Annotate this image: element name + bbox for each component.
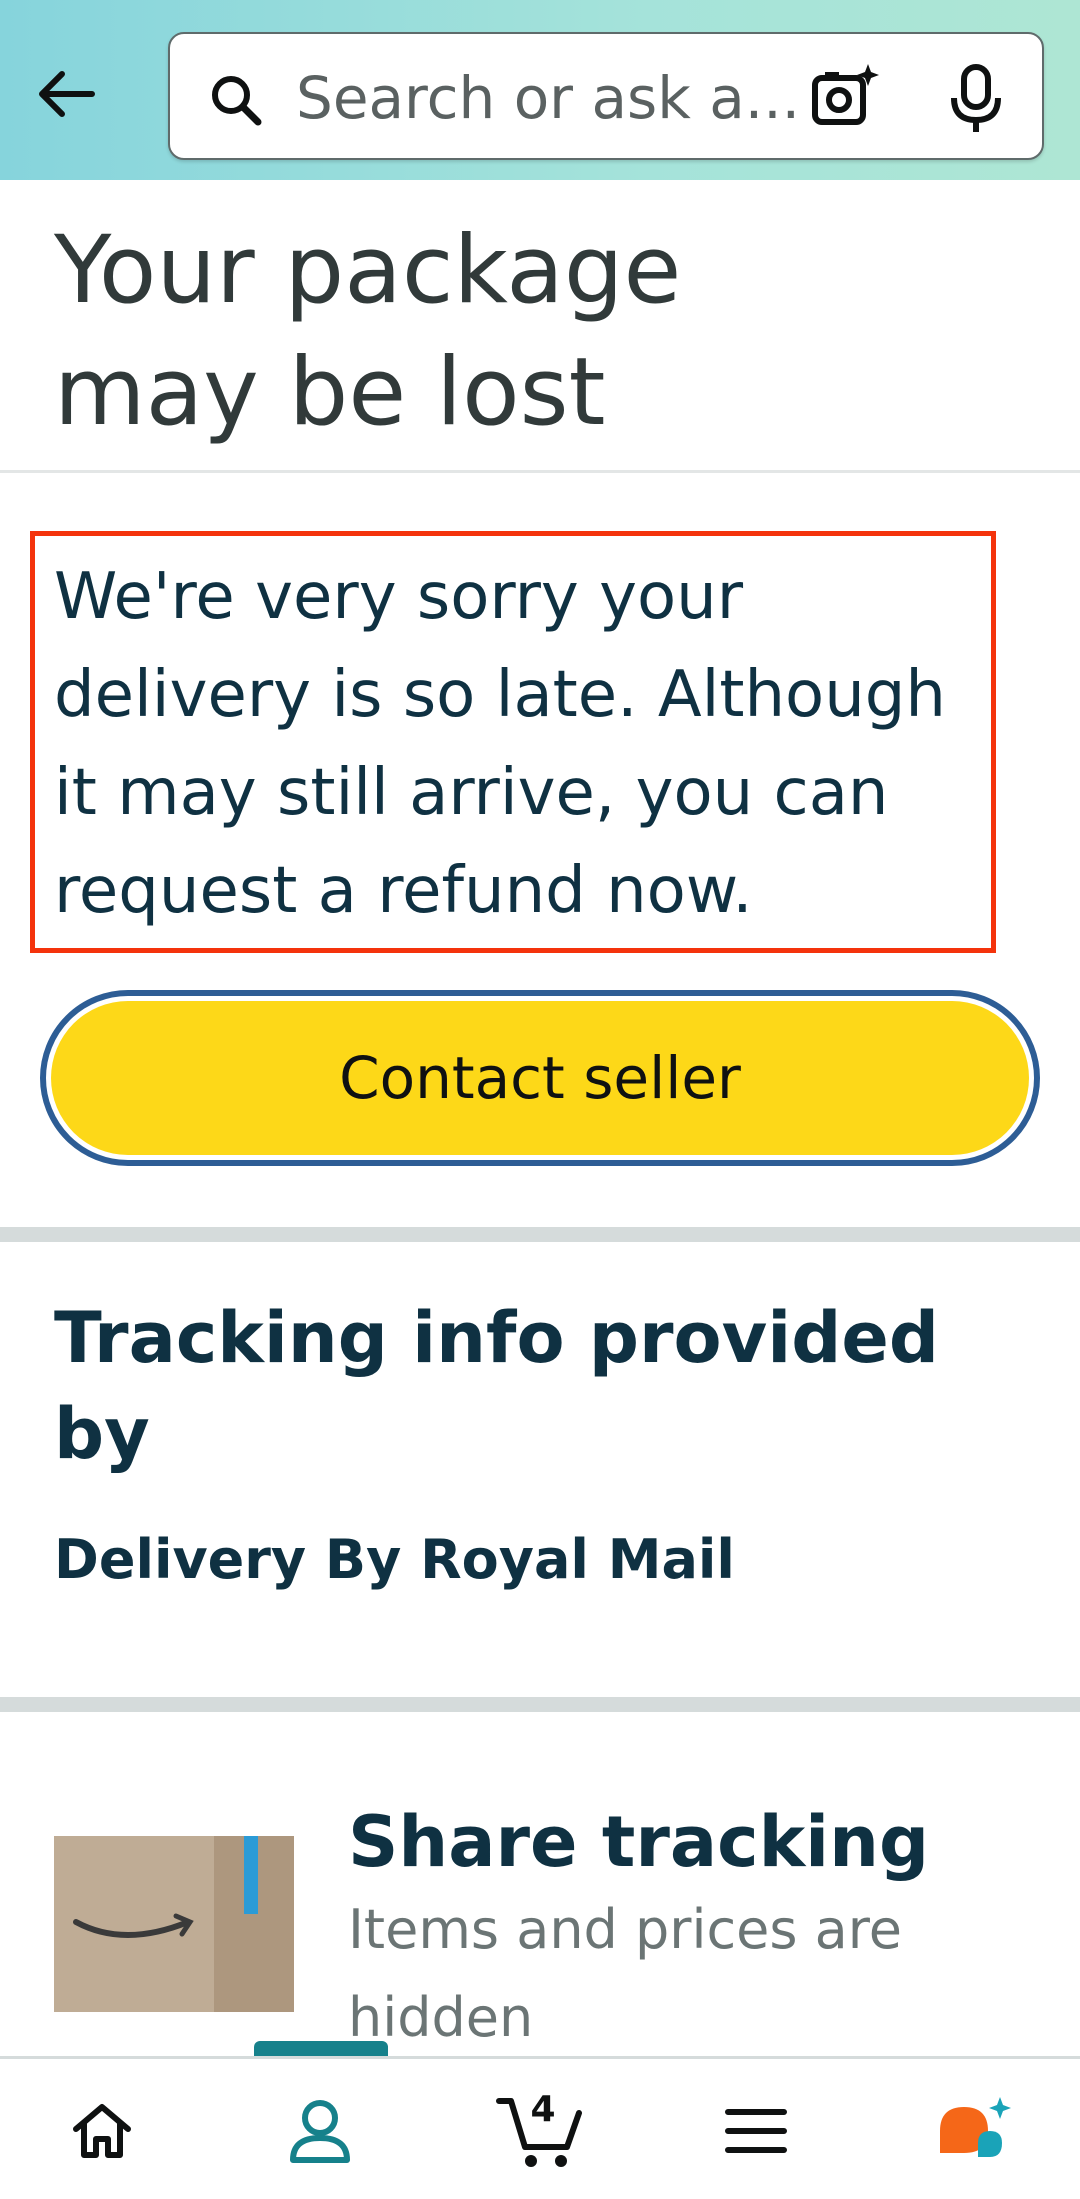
rufus-assistant-icon [940, 2097, 1011, 2157]
search-bar[interactable]: Search or ask a... [168, 32, 1044, 160]
carrier-name: Delivery By Royal Mail [54, 1528, 735, 1591]
active-tab-indicator [254, 2041, 388, 2057]
section-divider [0, 1697, 1080, 1712]
contact-seller-button[interactable]: Contact seller [40, 990, 1040, 1166]
camera-lens-icon[interactable] [810, 62, 880, 132]
back-arrow-icon [39, 71, 95, 117]
page-title-line-1: Your package [54, 216, 682, 325]
page-title: Your package may be lost [54, 210, 954, 454]
package-box-image[interactable] [54, 1836, 294, 2012]
menu-icon [725, 2109, 787, 2153]
section-divider [0, 1227, 1080, 1242]
share-tracking-link[interactable]: Share tracking [348, 1794, 1048, 1890]
search-icon [212, 76, 262, 126]
contact-seller-label: Contact seller [51, 1001, 1029, 1155]
page-title-line-2: may be lost [54, 338, 606, 447]
nav-home[interactable] [52, 2086, 152, 2176]
divider [0, 470, 1080, 473]
tracking-info-heading: Tracking info provided by [54, 1297, 939, 1475]
nav-account[interactable] [270, 2086, 370, 2176]
nav-rufus[interactable] [926, 2086, 1026, 2176]
share-tracking-subtitle: Items and prices are hidden [348, 1898, 903, 2049]
back-button[interactable] [28, 56, 104, 132]
account-icon [290, 2100, 350, 2163]
microphone-icon[interactable] [946, 64, 1006, 134]
lost-package-message: We're very sorry your delivery is so lat… [54, 560, 946, 928]
top-header: Search or ask a... [0, 0, 1080, 180]
home-icon [73, 2104, 131, 2158]
nav-menu[interactable] [706, 2086, 806, 2176]
cart-count-badge: 4 [530, 2089, 556, 2130]
